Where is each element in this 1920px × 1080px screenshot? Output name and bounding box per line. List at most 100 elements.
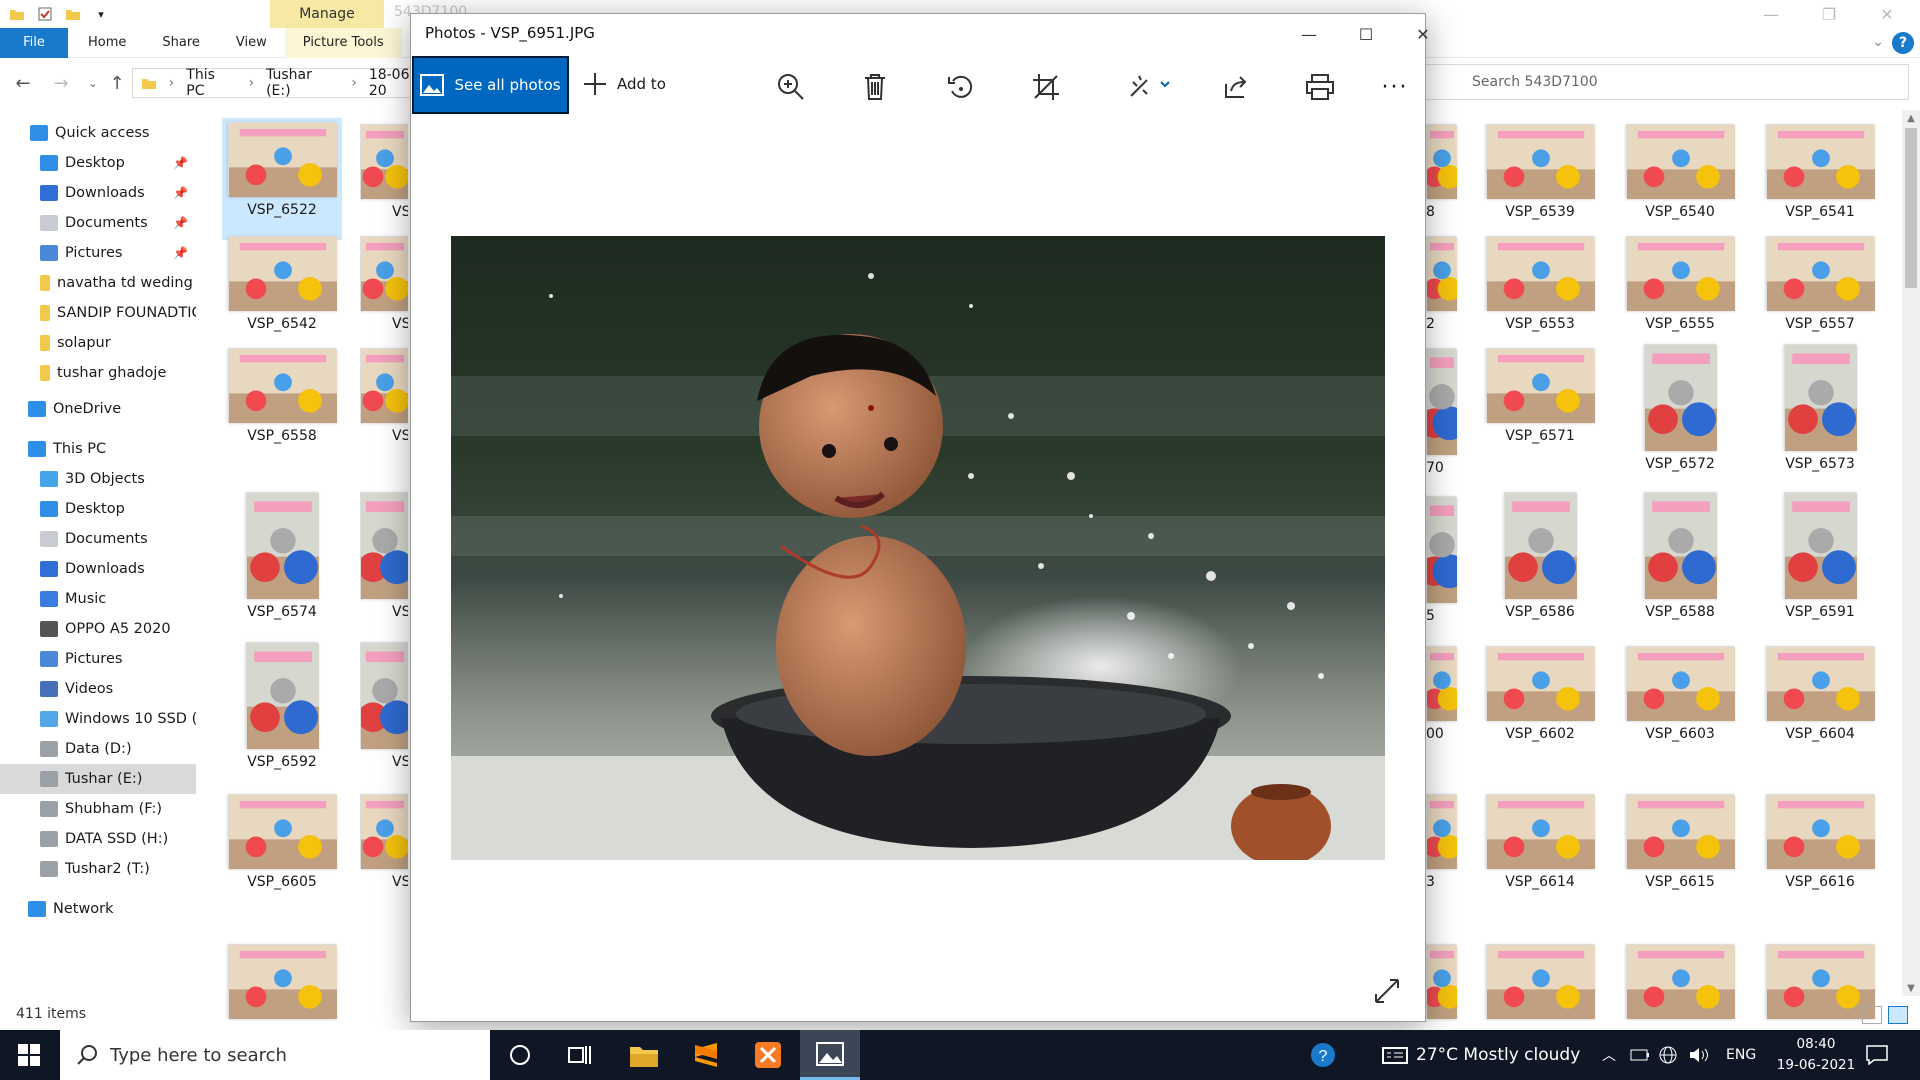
forward-arrow-icon[interactable]: → xyxy=(46,68,76,98)
sidebar-item-downloads[interactable]: Downloads 📌 xyxy=(0,178,196,208)
sidebar-item-navatha-td-weding[interactable]: navatha td weding xyxy=(0,268,196,298)
file-thumbnail[interactable]: VSP_6573 xyxy=(1760,342,1880,472)
file-thumbnail[interactable]: VSP_6571 xyxy=(1480,342,1600,444)
sidebar-item-tushar2-t[interactable]: Tushar2 (T:) xyxy=(0,854,196,884)
edit-enhance-icon[interactable] xyxy=(1127,70,1177,104)
file-thumbnail[interactable]: VSP_6586 xyxy=(1480,490,1600,620)
tab-file[interactable]: File xyxy=(0,27,68,58)
battery-icon[interactable] xyxy=(1630,1030,1650,1080)
tab-home[interactable]: Home xyxy=(68,28,144,58)
large-icons-view-icon[interactable] xyxy=(1888,1006,1908,1024)
sidebar-item-videos[interactable]: Videos xyxy=(0,674,196,704)
start-button[interactable] xyxy=(0,1030,58,1080)
sublime-text-icon[interactable] xyxy=(676,1030,736,1080)
minimize-button[interactable]: — xyxy=(1742,0,1800,28)
new-folder-icon[interactable] xyxy=(62,5,84,23)
expand-fullscreen-icon[interactable] xyxy=(1373,977,1401,1005)
file-thumbnail[interactable]: VSP_6522 xyxy=(222,118,342,240)
task-view-icon[interactable] xyxy=(550,1030,610,1080)
sidebar-item-pictures[interactable]: Pictures xyxy=(0,644,196,674)
taskbar-search-input[interactable]: Type here to search xyxy=(60,1030,490,1080)
file-thumbnail-partial[interactable]: VS xyxy=(360,490,408,620)
file-thumbnail-partial[interactable]: 2 xyxy=(1424,230,1462,332)
file-thumbnail[interactable] xyxy=(1480,938,1600,1019)
pin-icon[interactable]: 📌 xyxy=(173,186,188,200)
file-thumbnail[interactable]: VSP_6588 xyxy=(1620,490,1740,620)
zoom-in-icon[interactable] xyxy=(774,70,808,104)
sidebar-item-sandip-founadtic[interactable]: SANDIP FOUNADTIC xyxy=(0,298,196,328)
minimize-button[interactable]: — xyxy=(1281,14,1337,54)
file-thumbnail-partial[interactable]: 3 xyxy=(1424,788,1462,890)
file-thumbnail[interactable]: VSP_6603 xyxy=(1620,640,1740,742)
chevron-down-icon[interactable]: ⌄ xyxy=(1872,34,1884,50)
file-thumbnail-partial[interactable]: 00 xyxy=(1424,640,1462,742)
file-thumbnail[interactable]: VSP_6539 xyxy=(1480,118,1600,220)
cortana-icon[interactable] xyxy=(490,1030,550,1080)
photos-taskbar-icon[interactable] xyxy=(800,1030,860,1080)
xampp-icon[interactable] xyxy=(738,1030,798,1080)
file-thumbnail[interactable]: VSP_6555 xyxy=(1620,230,1740,332)
sidebar-item-quick-access[interactable]: Quick access xyxy=(0,118,196,148)
show-hidden-icons-icon[interactable]: ︿ xyxy=(1602,1030,1616,1080)
file-thumbnail-partial[interactable] xyxy=(1424,938,1462,1019)
add-to-button[interactable]: Add to xyxy=(583,72,666,96)
file-thumbnail[interactable]: VSP_6615 xyxy=(1620,788,1740,890)
file-thumbnail[interactable]: VSP_6572 xyxy=(1620,342,1740,472)
file-thumbnail[interactable] xyxy=(1620,938,1740,1019)
file-thumbnail[interactable]: VSP_6604 xyxy=(1760,640,1880,742)
scroll-up-icon[interactable]: ▲ xyxy=(1902,110,1920,126)
share-icon[interactable] xyxy=(1219,70,1253,104)
close-button[interactable]: ✕ xyxy=(1395,14,1451,54)
scrollbar-thumb[interactable] xyxy=(1905,128,1917,288)
customize-toolbar-icon[interactable]: ▾ xyxy=(90,5,112,23)
file-thumbnail[interactable]: VSP_6558 xyxy=(222,342,342,444)
weather-widget[interactable]: 27°C Mostly cloudy xyxy=(1382,1030,1580,1080)
breadcrumb-this-pc[interactable]: This PC xyxy=(186,67,236,99)
folder-icon[interactable] xyxy=(6,5,28,23)
tab-share[interactable]: Share xyxy=(144,28,218,58)
close-button[interactable]: ✕ xyxy=(1858,0,1916,28)
address-bar[interactable]: › This PC › Tushar (E:) › 18-06-20 xyxy=(132,67,432,99)
sidebar-item-network[interactable]: Network xyxy=(0,894,196,924)
file-thumbnail[interactable]: VSP_6602 xyxy=(1480,640,1600,742)
help-icon[interactable]: ? xyxy=(1892,32,1914,54)
sidebar-item-documents[interactable]: Documents 📌 xyxy=(0,208,196,238)
restore-button[interactable]: ❐ xyxy=(1800,0,1858,28)
clock[interactable]: 08:40 19-06-2021 xyxy=(1774,1034,1858,1076)
properties-icon[interactable] xyxy=(34,5,56,23)
print-icon[interactable] xyxy=(1303,70,1337,104)
pin-icon[interactable]: 📌 xyxy=(173,156,188,170)
sidebar-item-downloads[interactable]: Downloads xyxy=(0,554,196,584)
sidebar-item-3d-objects[interactable]: 3D Objects xyxy=(0,464,196,494)
file-thumbnail[interactable]: VSP_6616 xyxy=(1760,788,1880,890)
sidebar-item-data-ssd-h[interactable]: DATA SSD (H:) xyxy=(0,824,196,854)
file-thumbnail[interactable]: VSP_6591 xyxy=(1760,490,1880,620)
help-tray-icon[interactable]: ? xyxy=(1298,1030,1348,1080)
scroll-down-icon[interactable]: ▼ xyxy=(1902,980,1920,996)
maximize-button[interactable]: ☐ xyxy=(1338,14,1394,54)
see-all-photos-button[interactable]: See all photos xyxy=(412,56,569,114)
volume-icon[interactable] xyxy=(1688,1030,1710,1080)
sidebar-item-data-d[interactable]: Data (D:) xyxy=(0,734,196,764)
pin-icon[interactable]: 📌 xyxy=(173,216,188,230)
file-thumbnail-partial[interactable]: VS xyxy=(360,640,408,770)
file-thumbnail-partial[interactable]: VS xyxy=(360,230,408,332)
sidebar-item-music[interactable]: Music xyxy=(0,584,196,614)
file-thumbnail[interactable]: VSP_6542 xyxy=(222,230,342,332)
sidebar-item-desktop[interactable]: Desktop 📌 xyxy=(0,148,196,178)
sidebar-item-documents[interactable]: Documents xyxy=(0,524,196,554)
file-thumbnail[interactable]: VSP_6557 xyxy=(1760,230,1880,332)
sidebar-item-pictures[interactable]: Pictures 📌 xyxy=(0,238,196,268)
rotate-icon[interactable] xyxy=(944,70,978,104)
sidebar-item-oppo-a5-2020[interactable]: OPPO A5 2020 xyxy=(0,614,196,644)
back-arrow-icon[interactable]: ← xyxy=(8,68,38,98)
delete-icon[interactable] xyxy=(858,70,892,104)
pin-icon[interactable]: 📌 xyxy=(173,246,188,260)
file-explorer-taskbar-icon[interactable] xyxy=(614,1030,674,1080)
search-input[interactable]: Search 543D7100 xyxy=(1425,64,1909,100)
more-options-icon[interactable]: ··· xyxy=(1378,70,1412,104)
sidebar-item-tushar-ghadoje[interactable]: tushar ghadoje xyxy=(0,358,196,388)
sidebar-item-onedrive[interactable]: OneDrive xyxy=(0,394,196,424)
details-view-icon[interactable] xyxy=(1862,1006,1882,1024)
manage-context-tab[interactable]: Manage xyxy=(270,0,384,28)
